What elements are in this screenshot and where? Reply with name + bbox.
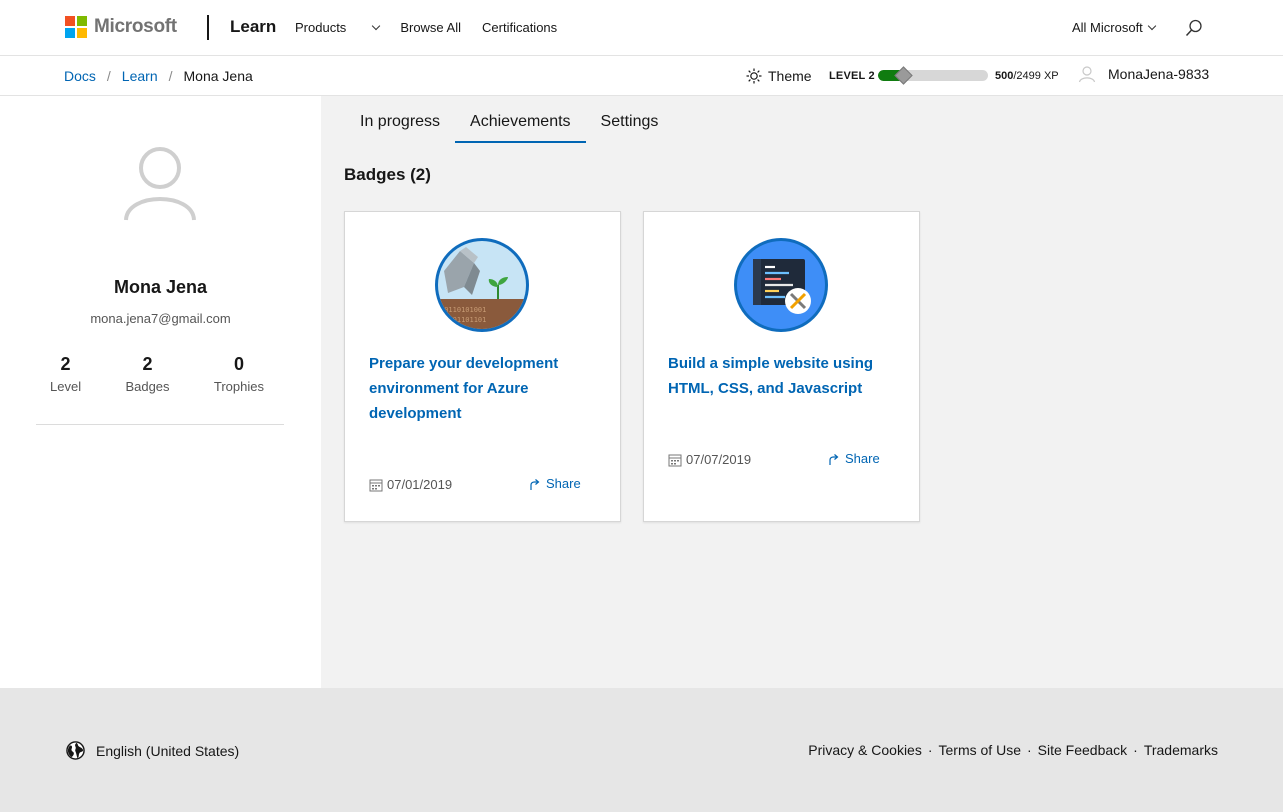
plant-badge-icon: 10110101001 01001101101 — [435, 238, 529, 332]
footer-link-trademarks[interactable]: Trademarks — [1144, 742, 1218, 758]
page-footer: English (United States) Privacy & Cookie… — [0, 688, 1283, 812]
tab-settings[interactable]: Settings — [586, 110, 674, 143]
breadcrumb-learn[interactable]: Learn — [122, 68, 158, 84]
profile-subbar: Docs / Learn / Mona Jena Theme LEVEL 2 5… — [0, 56, 1283, 96]
breadcrumb-docs[interactable]: Docs — [64, 68, 96, 84]
breadcrumb-separator: / — [106, 68, 111, 84]
nav-products-label: Products — [295, 20, 347, 35]
sun-icon — [746, 68, 762, 84]
profile-divider — [36, 424, 284, 425]
tab-in-progress[interactable]: In progress — [345, 110, 455, 143]
all-microsoft-menu[interactable]: All Microsoft — [1072, 20, 1157, 35]
badge-date: 07/07/2019 — [668, 452, 751, 467]
svg-text:01001101101: 01001101101 — [440, 316, 486, 324]
badge-date-text: 07/07/2019 — [686, 452, 752, 467]
code-editor-badge-icon — [734, 238, 828, 332]
nav-certifications[interactable]: Certifications — [482, 20, 557, 35]
nav-products[interactable]: Products — [295, 20, 381, 35]
theme-toggle[interactable]: Theme — [746, 68, 812, 84]
share-button[interactable]: Share — [528, 476, 581, 491]
achievements-area: In progress Achievements Settings Badges… — [321, 96, 1283, 688]
stat-badges: 2 Badges — [125, 354, 169, 394]
header-nav: Products Browse All Certifications — [295, 20, 578, 35]
theme-label: Theme — [768, 68, 812, 84]
badges-heading: Badges (2) — [344, 165, 431, 184]
breadcrumb-separator: / — [168, 68, 173, 84]
footer-separator: · — [1026, 742, 1032, 758]
breadcrumb-current: Mona Jena — [183, 68, 253, 84]
footer-links: Privacy & Cookies · Terms of Use · Site … — [808, 742, 1218, 758]
globe-icon — [66, 741, 85, 760]
footer-link-privacy[interactable]: Privacy & Cookies — [808, 742, 922, 758]
stat-badges-value: 2 — [142, 354, 153, 374]
stat-badges-label: Badges — [125, 379, 170, 394]
nav-browse-all[interactable]: Browse All — [400, 20, 461, 35]
stat-trophies-label: Trophies — [213, 379, 264, 394]
stat-trophies-value: 0 — [233, 354, 244, 374]
profile-avatar-icon — [124, 147, 196, 221]
footer-separator: · — [927, 742, 933, 758]
tab-achievements[interactable]: Achievements — [455, 110, 586, 143]
badge-date: 07/01/2019 — [369, 477, 452, 492]
username: MonaJena-9833 — [1108, 66, 1210, 82]
badge-title[interactable]: Build a simple website using HTML, CSS, … — [668, 351, 888, 401]
stat-trophies: 0 Trophies — [214, 354, 264, 394]
top-header: Microsoft Learn Products Browse All Cert… — [0, 0, 1283, 56]
stat-level: 2 Level — [50, 354, 81, 394]
profile-email: mona.jena7@gmail.com — [90, 311, 231, 326]
language-label: English (United States) — [96, 742, 240, 759]
footer-link-feedback[interactable]: Site Feedback — [1038, 742, 1128, 758]
user-menu[interactable]: MonaJena-9833 — [1078, 65, 1209, 83]
stat-level-value: 2 — [60, 354, 71, 374]
microsoft-wordmark: Microsoft — [94, 16, 177, 37]
profile-name: Mona Jena — [113, 277, 208, 297]
calendar-icon — [369, 479, 383, 491]
share-icon — [829, 453, 839, 465]
learn-home-link[interactable]: Learn — [230, 17, 276, 37]
xp-total: /2499 XP — [1013, 70, 1059, 82]
chevron-down-icon — [1147, 21, 1157, 31]
share-label: Share — [546, 476, 581, 491]
profile-panel: Mona Jena mona.jena7@gmail.com 2 Level 2… — [0, 96, 321, 688]
xp-readout: 500/2499 XP — [995, 70, 1059, 82]
user-avatar-icon — [1078, 66, 1096, 83]
microsoft-grid-icon — [65, 16, 87, 38]
chevron-down-icon — [372, 21, 381, 31]
footer-link-terms[interactable]: Terms of Use — [939, 742, 1021, 758]
footer-separator: · — [1133, 742, 1138, 758]
microsoft-logo[interactable]: Microsoft — [65, 16, 177, 38]
language-selector[interactable]: English (United States) — [66, 741, 239, 760]
share-button[interactable]: Share — [827, 451, 880, 466]
badge-date-text: 07/01/2019 — [387, 477, 453, 492]
share-label: Share — [845, 451, 880, 466]
badge-card: Build a simple website using HTML, CSS, … — [643, 211, 920, 522]
share-icon — [530, 478, 540, 490]
stat-level-label: Level — [50, 379, 82, 394]
all-microsoft-label: All Microsoft — [1072, 20, 1143, 35]
header-divider — [207, 15, 209, 40]
badge-card: 10110101001 01001101101 Prepare your dev… — [344, 211, 621, 522]
level-label: LEVEL 2 — [829, 70, 875, 82]
profile-tabs: In progress Achievements Settings — [345, 110, 673, 143]
profile-stats: 2 Level 2 Badges 0 Trophies — [36, 354, 284, 394]
breadcrumb: Docs / Learn / Mona Jena — [64, 68, 253, 84]
badge-title[interactable]: Prepare your development environment for… — [369, 351, 589, 426]
calendar-icon — [668, 454, 682, 466]
search-icon[interactable] — [1185, 19, 1203, 37]
xp-current: 500 — [995, 70, 1014, 82]
